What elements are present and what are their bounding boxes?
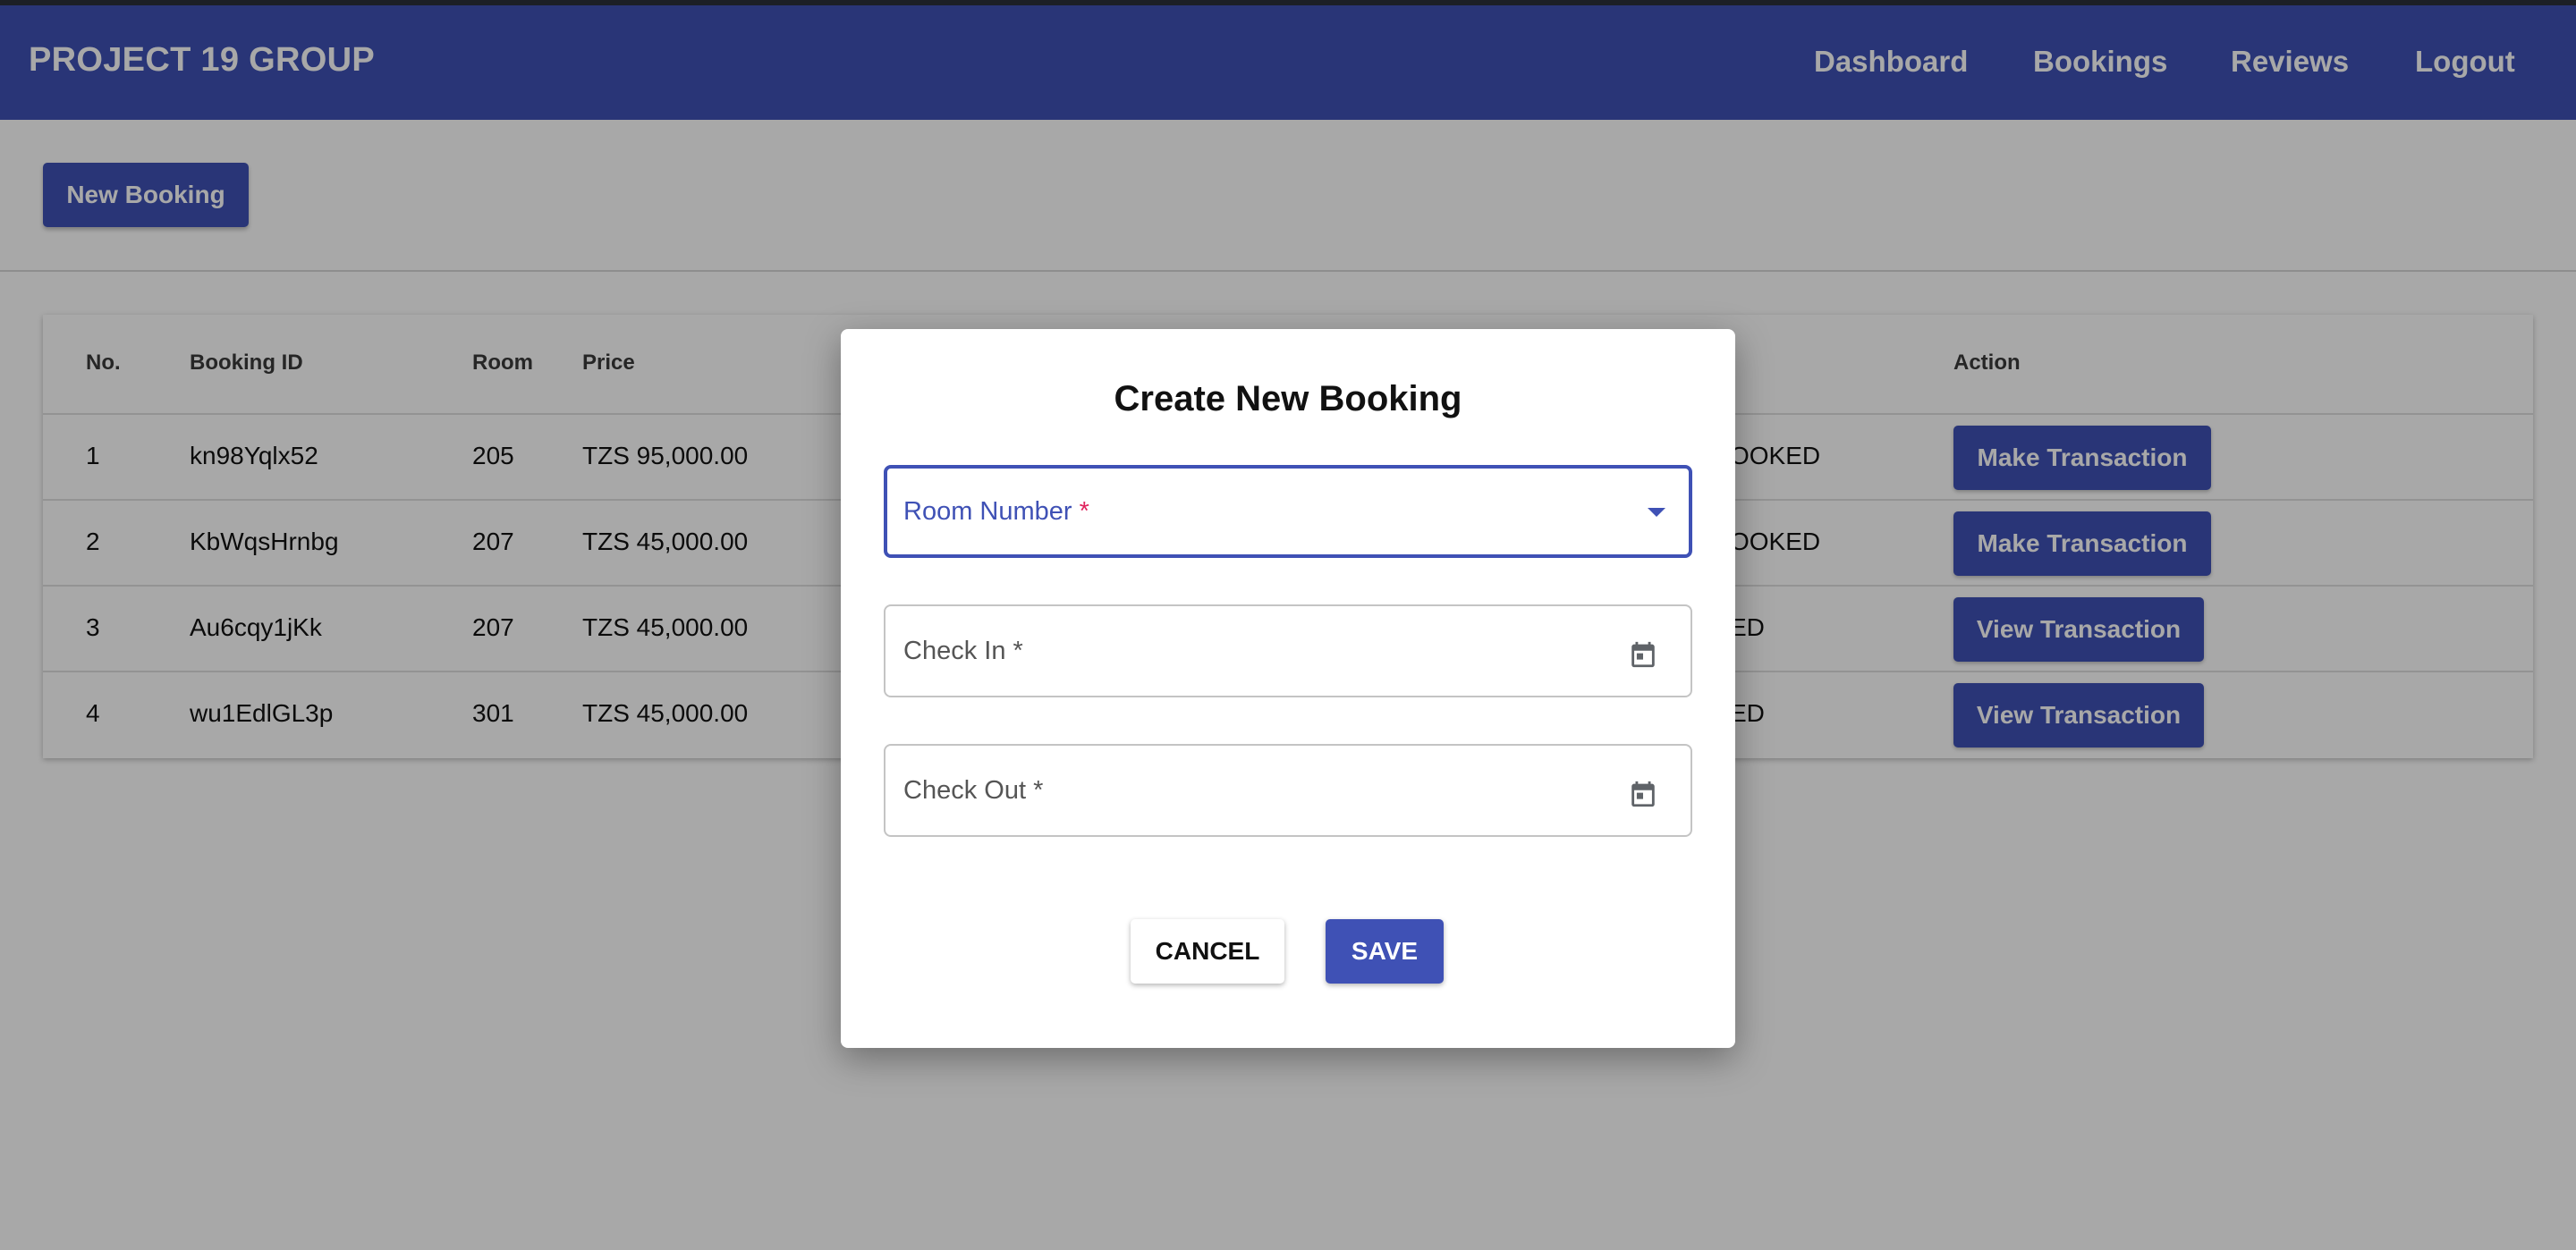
room-number-select[interactable]: Room Number * (884, 465, 1692, 558)
check-in-field[interactable]: Check In * (884, 604, 1692, 697)
check-out-label: Check Out * (903, 776, 1044, 805)
save-button[interactable]: SAVE (1326, 919, 1444, 984)
required-marker: * (1079, 497, 1089, 526)
cancel-button[interactable]: CANCEL (1131, 919, 1284, 984)
check-in-label: Check In * (903, 637, 1023, 665)
required-marker: * (1013, 637, 1023, 665)
calendar-icon[interactable] (1628, 778, 1658, 810)
required-marker: * (1033, 776, 1044, 805)
create-booking-dialog: Create New Booking Room Number * Check I… (841, 329, 1735, 1048)
arrow-drop-down-icon[interactable] (1648, 508, 1665, 517)
dialog-title: Create New Booking (1114, 379, 1462, 418)
room-number-label: Room Number * (903, 497, 1089, 526)
check-out-field[interactable]: Check Out * (884, 744, 1692, 837)
calendar-icon[interactable] (1628, 638, 1658, 671)
